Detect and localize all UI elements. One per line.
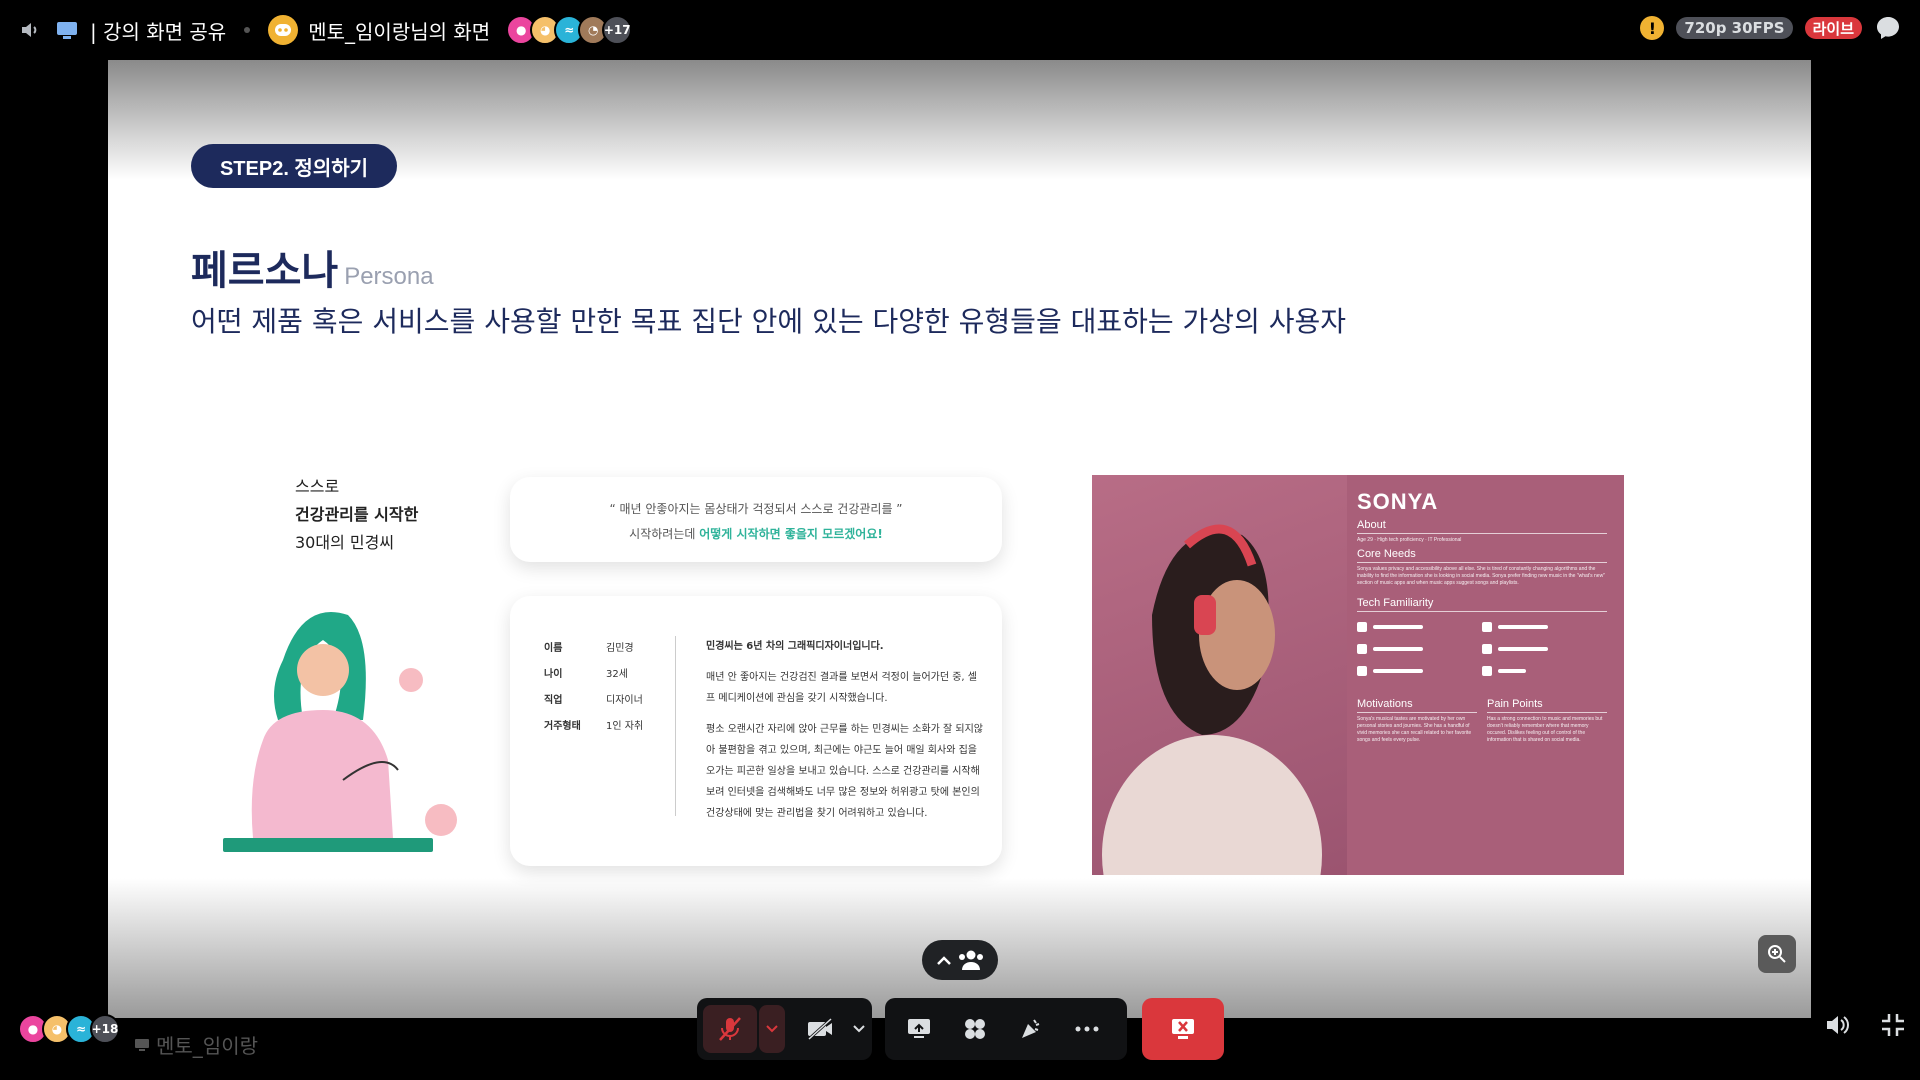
- chevron-down-icon: [766, 1025, 778, 1033]
- phone-bar: [1357, 666, 1482, 676]
- motivations-heading: Motivations: [1357, 698, 1477, 713]
- participants-toggle[interactable]: [922, 940, 998, 980]
- linkedin-icon: [1357, 622, 1367, 632]
- core-needs-text: Sonya values privacy and accessibility a…: [1357, 566, 1605, 586]
- share-screen-icon: [908, 1019, 930, 1038]
- chat-icon[interactable]: [1874, 14, 1902, 42]
- mute-button[interactable]: [703, 1005, 758, 1053]
- video-options-button[interactable]: [847, 1005, 872, 1053]
- phone-icon: [1357, 666, 1367, 676]
- audio-video-controls: [697, 998, 872, 1060]
- info-row: 직업 디자이너: [544, 695, 643, 706]
- info-row: 거주형태 1인 자취: [544, 721, 644, 732]
- info-table: 이름 김민경 나이 32세 직업 디자이너 거주형태 1인 자취: [544, 636, 666, 740]
- warning-icon[interactable]: !: [1640, 16, 1665, 40]
- mic-muted-icon: [719, 1017, 742, 1041]
- slide-title: 페르소나 Persona: [191, 238, 434, 296]
- activities-button[interactable]: [947, 1005, 1003, 1053]
- sonya-photo: [1092, 475, 1347, 875]
- people-icon: [959, 950, 983, 970]
- soundboard-icon: [1022, 1019, 1040, 1038]
- step-label: STEP2. 정의하기: [191, 144, 397, 188]
- separator-dot: [244, 27, 251, 33]
- top-bar: | 강의 화면 공유 멘토_임이랑님의 화면 ● ◕ ≈ ◔ +17 ! 720…: [0, 0, 1920, 60]
- persona-illustration: [223, 612, 457, 852]
- rocket-icon: [965, 1019, 985, 1039]
- camera-button[interactable]: [793, 1005, 847, 1053]
- sonya-name: SONYA: [1357, 489, 1439, 514]
- ellipsis-icon: [1075, 1026, 1099, 1032]
- persona-description: 민경씨는 6년 차의 그래픽디자이너입니다. 매년 안 좋아지는 건강검진 결과…: [706, 641, 984, 819]
- instagram-bar: [1482, 622, 1607, 632]
- intro-line-2: 건강관리를 시작한: [295, 505, 419, 524]
- share-title: | 강의 화면 공유: [90, 19, 227, 44]
- appstore-bar: [1482, 644, 1607, 654]
- title-korean: 페르소나: [191, 248, 339, 294]
- chevron-up-icon: [937, 956, 951, 965]
- about-heading: About: [1357, 519, 1607, 534]
- facebook-bar: [1482, 666, 1607, 676]
- live-badge: 라이브: [1804, 17, 1862, 39]
- audio-options-button[interactable]: [759, 1005, 785, 1053]
- stream-corner-controls: [1824, 1012, 1906, 1042]
- title-english: Persona: [344, 263, 434, 290]
- activity-controls: [885, 998, 1127, 1060]
- appstore-icon: [1482, 644, 1492, 654]
- more-options-button[interactable]: [1059, 1005, 1115, 1053]
- exit-fullscreen-icon: [1882, 1014, 1904, 1036]
- participant-avatars[interactable]: ● ◕ ≈ +18: [18, 1014, 120, 1044]
- instagram-icon: [1482, 622, 1492, 632]
- voice-channel-icon[interactable]: [18, 17, 44, 43]
- screen-share-icon: [54, 17, 80, 43]
- facebook-icon: [1482, 666, 1492, 676]
- volume-icon: [1827, 1016, 1849, 1034]
- info-row: 나이 32세: [544, 669, 628, 680]
- chevron-down-icon: [853, 1025, 866, 1033]
- stream-title: 멘토_임이랑님의 화면: [308, 19, 491, 44]
- participant-count-badge: +18: [90, 1014, 120, 1044]
- intro-line-1: 스스로: [295, 477, 340, 496]
- zoom-in-icon: [1768, 945, 1786, 963]
- tech-bars: [1357, 622, 1607, 676]
- stream-quality-badge[interactable]: 720p 30FPS: [1676, 17, 1793, 39]
- persona-info-card: 이름 김민경 나이 32세 직업 디자이너 거주형태 1인 자취 민경씨는 6년 차의 …: [510, 596, 1002, 866]
- about-text: Age 29 · High tech proficiency · IT Prof…: [1357, 537, 1462, 543]
- volume-button[interactable]: [1824, 1012, 1850, 1042]
- tech-heading: Tech Familiarity: [1357, 597, 1607, 612]
- exit-fullscreen-button[interactable]: [1880, 1012, 1906, 1042]
- pain-points-text: Has a strong connection to music and mem…: [1487, 716, 1603, 743]
- close-stream-icon: [1172, 1019, 1194, 1039]
- discord-icon: [268, 15, 299, 45]
- linkedin-bar: [1357, 622, 1482, 632]
- motivation-pain-columns: Motivations Sonya's musical tastes are m…: [1357, 694, 1607, 744]
- share-screen-button[interactable]: [891, 1005, 947, 1053]
- quote-line-2: 시작하려는데 어떻게 시작하면 좋을지 모르겠어요!: [629, 527, 883, 541]
- persona-intro: 스스로 건강관리를 시작한 30대의 민경씨: [295, 473, 418, 557]
- camera-off-icon: [807, 1017, 832, 1041]
- pain-points-heading: Pain Points: [1487, 698, 1607, 713]
- presenter-label: 멘토_임이랑: [134, 1030, 258, 1059]
- info-divider: [675, 636, 676, 816]
- viewer-avatars[interactable]: ● ◕ ≈ ◔ +17: [506, 15, 633, 45]
- info-row: 이름 김민경: [544, 643, 634, 654]
- viewer-count-badge: +17: [602, 15, 633, 45]
- core-needs-heading: Core Needs: [1357, 548, 1607, 563]
- intro-line-3: 30대의 민경씨: [295, 533, 395, 552]
- quote-card: “ 매년 안좋아지는 몸상태가 걱정되서 스스로 건강관리를 ” 시작하려는데 …: [510, 477, 1002, 562]
- motivations-text: Sonya's musical tastes are motivated by …: [1357, 716, 1472, 743]
- spotify-icon: [1357, 644, 1367, 654]
- slide-subtitle: 어떤 제품 혹은 서비스를 사용할 만한 목표 집단 안에 있는 다양한 유형들…: [191, 305, 1347, 338]
- shared-screen[interactable]: STEP2. 정의하기 페르소나 Persona 어떤 제품 혹은 서비스를 사…: [108, 60, 1811, 1018]
- sonya-details: SONYA About Age 29 · High tech proficien…: [1357, 489, 1607, 744]
- leave-stream-button[interactable]: [1142, 998, 1224, 1060]
- quote-line-1: “ 매년 안좋아지는 몸상태가 걱정되서 스스로 건강관리를 ”: [609, 502, 903, 516]
- soundboard-button[interactable]: [1003, 1005, 1059, 1053]
- sonya-persona-image: SONYA About Age 29 · High tech proficien…: [1092, 475, 1624, 875]
- zoom-button[interactable]: [1758, 935, 1796, 973]
- screen-icon: [135, 1038, 149, 1051]
- spotify-bar: [1357, 644, 1482, 654]
